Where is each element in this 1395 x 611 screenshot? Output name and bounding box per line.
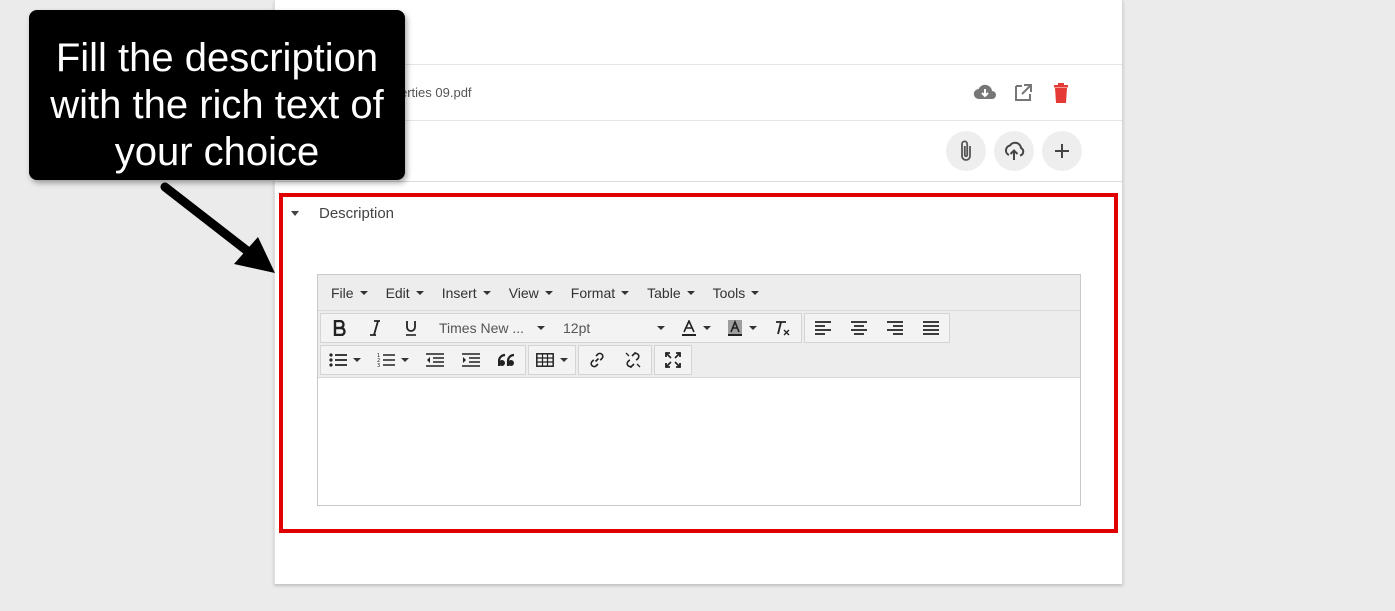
attachment-file-name[interactable]: erties 09.pdf	[400, 85, 472, 100]
callout-line: your choice	[114, 130, 320, 174]
add-button[interactable]	[1042, 131, 1082, 171]
upload-button[interactable]	[994, 131, 1034, 171]
action-buttons	[946, 131, 1082, 171]
cloud-download-icon[interactable]	[972, 80, 998, 106]
add-icon	[1055, 144, 1069, 158]
upload-icon	[1004, 141, 1025, 160]
attachment-actions	[972, 80, 1074, 106]
callout-line: Fill the description	[55, 36, 379, 80]
attach-button[interactable]	[946, 131, 986, 171]
attach-icon	[961, 140, 971, 161]
highlight-box	[279, 193, 1118, 533]
pointer-arrow-icon	[160, 182, 275, 273]
delete-icon[interactable]	[1048, 80, 1074, 106]
callout-line: with the rich text of	[50, 83, 384, 127]
open-external-icon[interactable]	[1010, 80, 1036, 106]
instruction-callout: Fill the description with the rich text …	[29, 10, 405, 180]
